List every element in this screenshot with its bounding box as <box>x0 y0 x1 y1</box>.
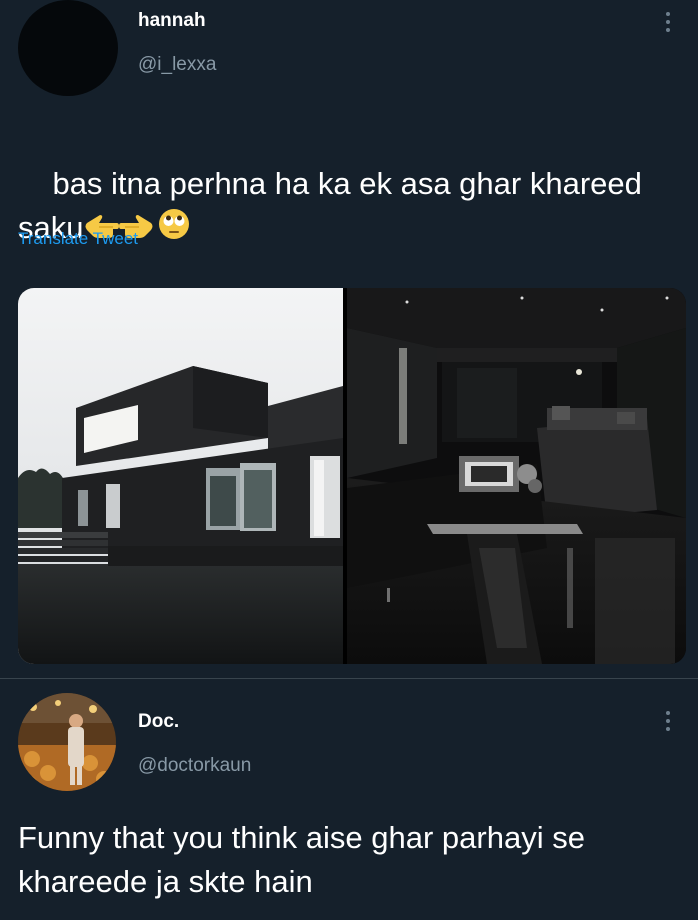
dark-modern-house-exterior-photo[interactable] <box>18 288 343 664</box>
tweet-original[interactable]: hannah @i_lexxa bas itna perhna ha ka ek… <box>0 0 698 678</box>
display-name[interactable]: Doc. <box>138 711 179 733</box>
face-with-rolling-eyes-icon <box>158 208 190 252</box>
tweet-text: Funny that you think aise ghar parhayi s… <box>18 820 585 899</box>
more-options-icon[interactable] <box>665 12 671 32</box>
display-name[interactable]: hannah <box>138 10 206 32</box>
handle[interactable]: @i_lexxa <box>138 54 216 76</box>
tweet-text: bas itna perhna ha ka ek asa ghar kharee… <box>18 118 688 296</box>
translate-tweet-link[interactable]: Translate Tweet <box>18 229 138 249</box>
dark-living-room-interior-photo[interactable] <box>347 288 686 664</box>
avatar[interactable] <box>18 693 116 791</box>
more-options-icon[interactable] <box>665 711 671 731</box>
avatar[interactable] <box>18 0 118 96</box>
handle[interactable]: @doctorkaun <box>138 755 251 777</box>
tweet-media-grid <box>18 288 686 664</box>
tweet-reply[interactable]: Doc. @doctorkaun Funny that you think ai… <box>0 679 698 920</box>
